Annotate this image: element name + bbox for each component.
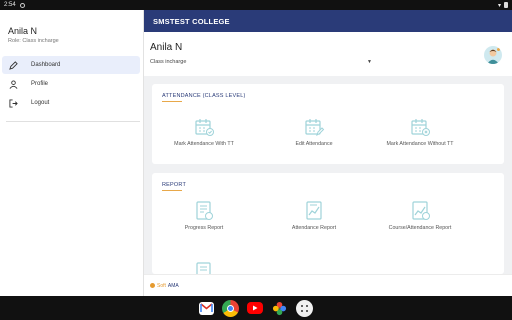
tile-progress-report[interactable]: Progress Report [149, 200, 259, 231]
tile-label: Mark Attendance Without TT [386, 141, 454, 147]
tile-label: Edit Attendance [295, 141, 333, 147]
chrome-icon[interactable] [222, 299, 239, 317]
footer: Soft AMA [144, 274, 512, 296]
nav-item-logout[interactable]: Logout [2, 94, 140, 112]
youtube-icon[interactable] [247, 302, 263, 314]
role-dropdown[interactable]: Class incharge ▼ [150, 59, 372, 65]
report-icon [409, 200, 431, 222]
report-card: REPORT Progress Report Attendance Report… [152, 173, 504, 274]
tile-label: Progress Report [184, 225, 224, 231]
battery-icon [504, 2, 508, 8]
taskbar [0, 296, 512, 320]
nav-item-label: Profile [31, 81, 49, 87]
drawer-user-name: Anila N [8, 26, 38, 36]
photos-icon[interactable] [271, 300, 288, 317]
tile-attendance-report[interactable]: Attendance Report [259, 200, 369, 231]
tile-edit-attendance[interactable]: Edit Attendance [259, 116, 369, 147]
report-icon [193, 200, 215, 222]
tile-label: Mark Attendance With TT [174, 141, 234, 147]
role-dropdown-value: Class incharge [150, 59, 187, 65]
nav-item-dashboard[interactable]: Dashboard [2, 56, 140, 74]
header-user-name: Anila N [150, 42, 183, 53]
attendance-card: ATTENDANCE (CLASS LEVEL) Mark Attendance… [152, 84, 504, 164]
avatar[interactable] [484, 46, 502, 64]
nav-item-label: Dashboard [31, 62, 61, 68]
main-content: Anila N Class incharge ▼ ATTENDANCE (CLA… [144, 32, 512, 274]
tile-label: Attendance Report [291, 225, 337, 231]
caret-down-icon: ▼ [367, 59, 372, 65]
tile-course-attendance-report[interactable]: Course/Attendance Report [365, 200, 475, 231]
tile-report-partial[interactable] [149, 261, 259, 274]
status-bar: 2:54 ▾ [0, 0, 512, 10]
report-icon [193, 261, 215, 274]
report-icon [303, 200, 325, 222]
settings-status-icon [19, 2, 25, 8]
footer-logo-icon [150, 283, 155, 288]
profile-header: Anila N Class incharge ▼ [144, 32, 512, 76]
nav-item-profile[interactable]: Profile [2, 75, 140, 93]
card-title-underline [162, 190, 182, 191]
nav-item-label: Logout [31, 100, 50, 106]
app-title: SMSTEST COLLEGE [153, 16, 230, 26]
drawer-divider [6, 121, 140, 122]
person-icon [8, 79, 18, 89]
tile-label: Course/Attendance Report [388, 225, 452, 231]
card-title-underline [162, 101, 182, 102]
calendar-icon [409, 116, 431, 138]
footer-brand-soft: Soft [157, 282, 166, 289]
app-drawer-icon[interactable] [296, 299, 313, 317]
drawer-user-role: Role: Class incharge [8, 38, 59, 44]
pencil-icon [8, 60, 18, 70]
logout-icon [8, 98, 18, 108]
gmail-icon[interactable] [199, 301, 214, 315]
app-bar: SMSTEST COLLEGE [144, 10, 512, 32]
wifi-icon: ▾ [497, 2, 501, 9]
calendar-icon [303, 116, 325, 138]
calendar-icon [193, 116, 215, 138]
status-time: 2:54 [4, 2, 16, 8]
footer-brand-ama: AMA [167, 282, 179, 289]
tile-mark-attendance-with-tt[interactable]: Mark Attendance With TT [149, 116, 259, 147]
attendance-card-title: ATTENDANCE (CLASS LEVEL) [162, 93, 246, 99]
report-card-title: REPORT [162, 182, 187, 188]
navigation-drawer: Anila N Role: Class incharge Dashboard P… [0, 10, 144, 296]
tile-mark-attendance-without-tt[interactable]: Mark Attendance Without TT [365, 116, 475, 147]
